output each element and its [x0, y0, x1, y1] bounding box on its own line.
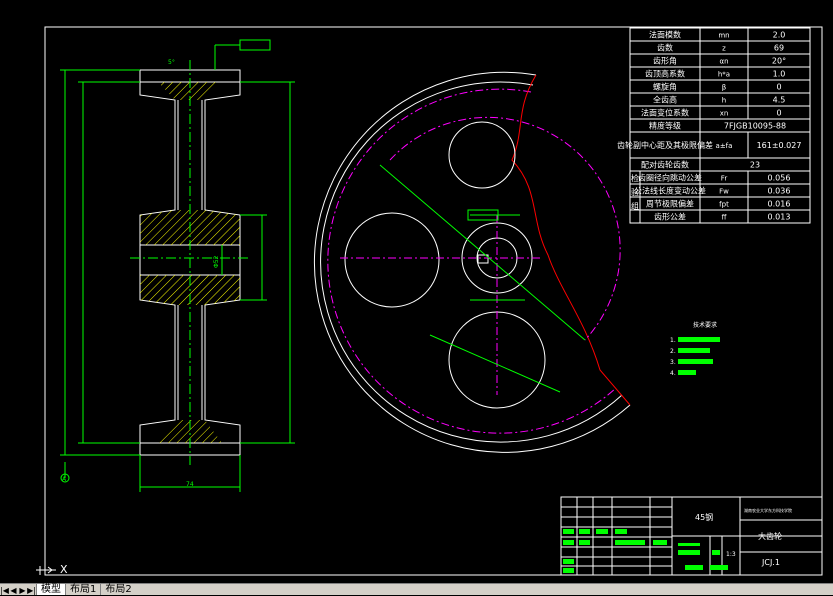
param-name-0: 法面模数 [649, 30, 681, 40]
drawing-number: JCJ.1 [761, 558, 780, 567]
group-label-char: 组 [631, 201, 639, 211]
param-value-10: 0.056 [768, 174, 791, 183]
param-value-13: 0.013 [768, 213, 791, 222]
group-label-char: 验 [631, 187, 639, 197]
param-value-9: 23 [750, 161, 760, 170]
next-tab-icon[interactable]: ▶ [18, 585, 27, 595]
param-value-12: 0.016 [768, 200, 791, 209]
param-value-5: 4.5 [773, 96, 786, 105]
tech-note-2: 2. [670, 348, 676, 355]
param-symbol-13: ff [722, 214, 727, 222]
last-tab-icon[interactable]: ▶| [27, 585, 36, 595]
param-name-1: 齿数 [657, 43, 673, 53]
tech-notes-title: 技术要求 [693, 321, 717, 329]
tab-layout-1[interactable]: 布局1 [65, 584, 100, 595]
part-name: 大齿轮 [758, 531, 782, 541]
tab-model[interactable]: 模型 [36, 584, 65, 595]
param-symbol-2: αn [719, 58, 728, 66]
param-name-8: 齿轮副中心距及其极限偏差 [617, 140, 713, 150]
material-label: 45钢 [695, 512, 713, 522]
param-name-3: 齿顶高系数 [645, 69, 685, 79]
tech-note-4: 4. [670, 370, 676, 377]
param-name-10: 齿圈径向跳动公差 [638, 173, 702, 183]
param-symbol-8: a±fa [716, 142, 733, 150]
param-name-11: 公法线长度变动公差 [634, 186, 706, 196]
param-symbol-12: fpt [719, 201, 729, 209]
param-name-4: 螺旋角 [653, 82, 677, 92]
param-value-3: 1.0 [773, 70, 786, 79]
technical-notes: 技术要求 1. 2. 3. 4. [670, 321, 720, 377]
param-name-6: 法面变位系数 [641, 108, 689, 118]
param-name-7: 精度等级 [649, 121, 681, 131]
school-name: 湖南农业大学东方科技学院 [744, 507, 792, 513]
param-symbol-0: mn [718, 32, 729, 40]
param-value-4: 0 [776, 83, 781, 92]
param-value-8: 161±0.027 [757, 141, 802, 150]
param-symbol-4: β [722, 84, 726, 92]
param-symbol-3: h*a [718, 71, 730, 79]
tab-layout-2[interactable]: 布局2 [100, 584, 135, 595]
param-name-13: 齿形公差 [654, 212, 686, 222]
cad-drawing-canvas[interactable]: 74 Φ52 5° A 技术要求 1. 2. 3. 4. 法面模数mn2.0 [0, 0, 833, 583]
param-value-2: 20° [772, 57, 786, 66]
param-name-9: 配对齿轮齿数 [641, 160, 689, 170]
tech-note-3: 3. [670, 359, 676, 366]
prev-tab-icon[interactable]: ◀ [9, 585, 18, 595]
param-value-1: 69 [774, 44, 784, 53]
dim-top-angle: 5° [168, 59, 175, 66]
dim-width: 74 [186, 481, 194, 488]
param-symbol-11: Fw [719, 188, 729, 196]
param-value-6: 0 [776, 109, 781, 118]
param-name-12: 周节极限偏差 [646, 199, 694, 209]
param-value-0: 2.0 [773, 31, 786, 40]
gear-front-view [313, 71, 631, 453]
param-value-7: 7FJGB10095-88 [724, 122, 786, 131]
param-value-11: 0.036 [768, 187, 791, 196]
svg-text:X: X [60, 563, 68, 576]
param-symbol-5: h [722, 97, 726, 105]
param-name-5: 全齿高 [653, 95, 677, 105]
param-symbol-10: Fr [721, 175, 728, 183]
ucs-icon: X [36, 563, 68, 576]
group-label-char: 检 [631, 173, 639, 183]
scale-label: 1:3 [726, 551, 736, 558]
tech-note-1: 1. [670, 337, 676, 344]
param-name-2: 齿形角 [653, 56, 677, 66]
param-symbol-6: xn [720, 110, 729, 118]
first-tab-icon[interactable]: |◀ [0, 585, 9, 595]
gear-parameter-table: 法面模数 mn 2.0 齿数 z 69 齿形角 αn 20° 齿顶高系数 h*a 1.0 螺旋角 β 0 全齿… [617, 27, 811, 224]
dim-bore: Φ52 [213, 255, 220, 268]
layout-tab-bar: |◀ ◀ ▶ ▶| 模型 布局1 布局2 [0, 583, 833, 595]
param-symbol-1: z [722, 45, 726, 53]
